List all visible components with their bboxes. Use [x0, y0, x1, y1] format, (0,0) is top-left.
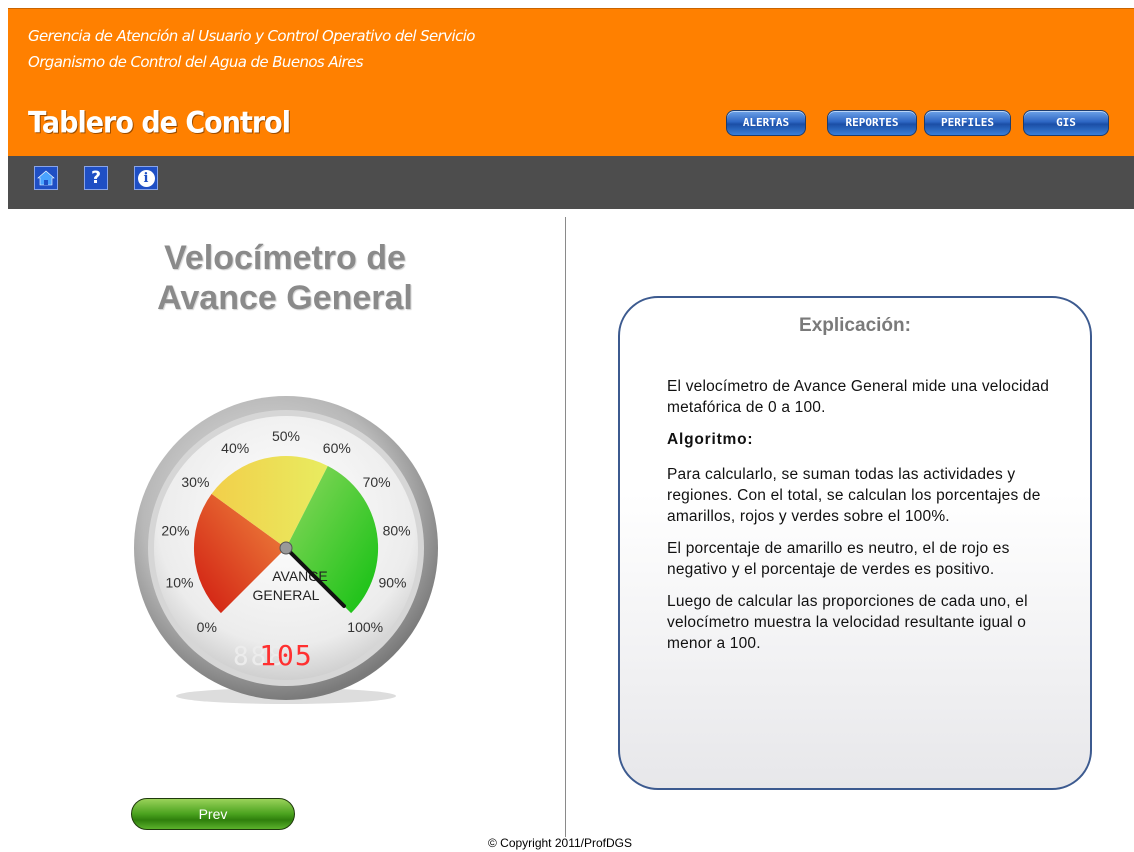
gauge-tick-label: 80%	[383, 523, 411, 539]
organization-line-2: Organismo de Control del Agua de Buenos …	[28, 53, 364, 71]
home-icon-glyph	[37, 170, 55, 186]
algorithm-heading: Algoritmo:	[667, 431, 754, 448]
toolbar: ? i	[8, 156, 1134, 209]
help-glyph: ?	[91, 167, 101, 188]
gauge-tick-label: 20%	[161, 523, 189, 539]
explanation-panel: Explicación: El velocímetro de Avance Ge…	[618, 296, 1092, 790]
gauge-tick-label: 10%	[165, 575, 193, 591]
reportes-button[interactable]: REPORTES	[827, 110, 917, 136]
info-icon[interactable]: i	[134, 166, 158, 190]
gauge-title-line-2: Avance General	[157, 279, 413, 317]
gauge-tick-label: 40%	[221, 440, 249, 456]
explanation-title: Explicación:	[799, 315, 911, 336]
speedometer-gauge: 0%10%20%30%40%50%60%70%80%90%100% AVANCE…	[134, 396, 438, 704]
explanation-paragraph-2: Para calcularlo, se suman todas las acti…	[667, 466, 1041, 525]
home-icon[interactable]	[34, 166, 58, 190]
gauge-center-label-2: GENERAL	[253, 587, 320, 603]
info-glyph: i	[137, 169, 155, 187]
column-divider	[565, 217, 566, 837]
explanation-paragraph-1: El velocímetro de Avance General mide un…	[667, 378, 1050, 416]
copyright-footer: © Copyright 2011/ProfDGS	[487, 836, 633, 850]
gauge-tick-label: 30%	[181, 474, 209, 490]
explanation-paragraph-3: El porcentaje de amarillo es neutro, el …	[667, 540, 1010, 578]
gauge-tick-label: 60%	[323, 440, 351, 456]
organization-line-1: Gerencia de Atención al Usuario y Contro…	[28, 27, 475, 45]
gauge-tick-label: 90%	[378, 575, 406, 591]
gauge-hub	[279, 541, 293, 555]
gauge-digital-readout: 105	[259, 639, 313, 672]
gauge-title: Velocímetro de Avance General	[90, 238, 480, 318]
gauge-tick-label: 100%	[347, 619, 383, 635]
perfiles-button[interactable]: PERFILES	[924, 110, 1011, 136]
alertas-button[interactable]: ALERTAS	[726, 110, 806, 136]
gis-button[interactable]: GIS	[1023, 110, 1109, 136]
help-icon[interactable]: ?	[84, 166, 108, 190]
prev-button[interactable]: Prev	[131, 798, 295, 830]
header-bar: Gerencia de Atención al Usuario y Contro…	[8, 8, 1134, 156]
explanation-body: El velocímetro de Avance General mide un…	[667, 376, 1057, 665]
explanation-paragraph-4: Luego de calcular las proporciones de ca…	[667, 593, 1028, 652]
app-title: Tablero de Control	[28, 106, 291, 141]
gauge-tick-label: 70%	[363, 474, 391, 490]
gauge-tick-label: 50%	[272, 428, 300, 444]
gauge-tick-label: 0%	[197, 619, 217, 635]
gauge-title-line-1: Velocímetro de	[164, 239, 406, 277]
